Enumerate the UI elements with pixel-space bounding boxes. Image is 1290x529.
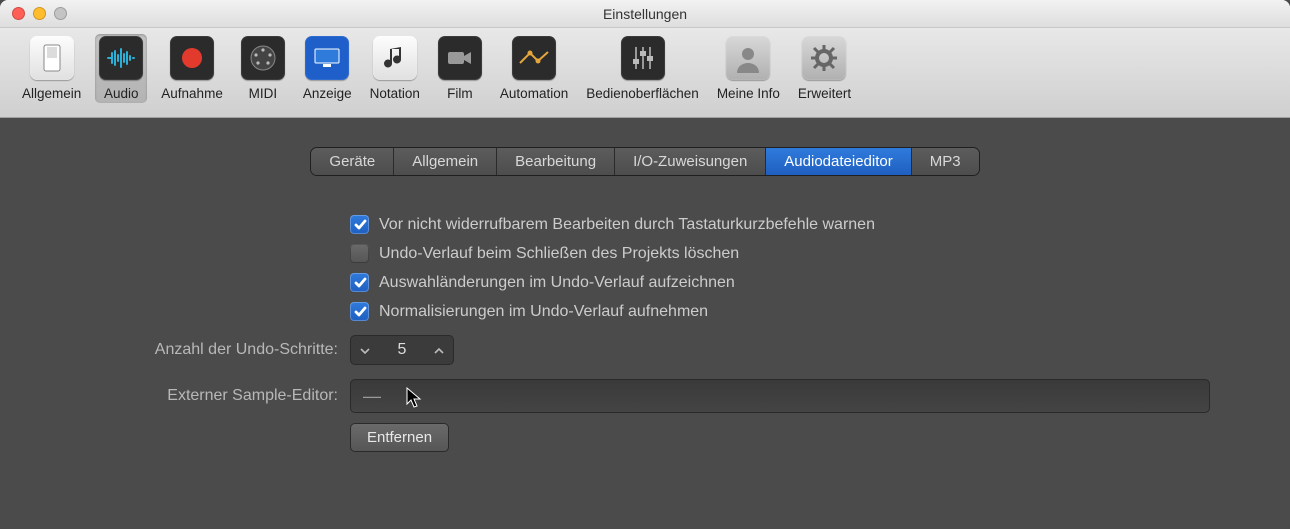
external-editor-label: Externer Sample-Editor: <box>30 387 350 405</box>
close-window-icon[interactable] <box>12 7 25 20</box>
tab-mp3[interactable]: MP3 <box>912 148 979 175</box>
sliders-icon <box>621 36 665 80</box>
toolbar-item-label: Bedienoberflächen <box>586 86 699 101</box>
tab-editing[interactable]: Bearbeitung <box>497 148 615 175</box>
sub-tabs: Geräte Allgemein Bearbeitung I/O-Zuweisu… <box>30 148 1260 175</box>
switch-icon <box>30 36 74 80</box>
toolbar-item-automation[interactable]: Automation <box>496 34 572 103</box>
toolbar-item-label: Notation <box>370 86 420 101</box>
automation-icon <box>512 36 556 80</box>
music-note-icon <box>373 36 417 80</box>
waveform-icon <box>99 36 143 80</box>
checkbox-clear-undo-on-close[interactable] <box>350 244 369 263</box>
toolbar-item-label: Erweitert <box>798 86 851 101</box>
titlebar: Einstellungen <box>0 0 1290 28</box>
checkbox-label[interactable]: Normalisierungen im Undo-Verlauf aufnehm… <box>379 303 708 321</box>
toolbar-item-label: Film <box>447 86 473 101</box>
toolbar-item-label: Automation <box>500 86 568 101</box>
preferences-window: Einstellungen Allgemein Audio Aufnahme <box>0 0 1290 529</box>
toolbar-item-label: Allgemein <box>22 86 81 101</box>
external-editor-value: — <box>363 386 381 407</box>
camera-icon <box>438 36 482 80</box>
toolbar-item-label: MIDI <box>249 86 278 101</box>
preferences-toolbar: Allgemein Audio Aufnahme MIDI Anzeige <box>0 28 1290 118</box>
minimize-window-icon[interactable] <box>33 7 46 20</box>
checkbox-label[interactable]: Undo-Verlauf beim Schließen des Projekts… <box>379 245 739 263</box>
toolbar-item-audio[interactable]: Audio <box>95 34 147 103</box>
toolbar-item-notation[interactable]: Notation <box>366 34 424 103</box>
toolbar-item-display[interactable]: Anzeige <box>299 34 356 103</box>
tab-general[interactable]: Allgemein <box>394 148 497 175</box>
display-icon <box>305 36 349 80</box>
check-icon <box>353 276 367 290</box>
toolbar-item-label: Anzeige <box>303 86 352 101</box>
toolbar-item-label: Aufnahme <box>161 86 223 101</box>
checkbox-record-normalizations[interactable] <box>350 302 369 321</box>
toolbar-item-control-surfaces[interactable]: Bedienoberflächen <box>582 34 703 103</box>
tab-audio-file-editor[interactable]: Audiodateieditor <box>766 148 911 175</box>
person-icon <box>726 36 770 80</box>
window-controls <box>12 7 67 20</box>
checkbox-label[interactable]: Vor nicht widerrufbarem Bearbeiten durch… <box>379 216 875 234</box>
toolbar-item-my-info[interactable]: Meine Info <box>713 34 784 103</box>
undo-steps-stepper[interactable]: 5 <box>350 335 454 365</box>
toolbar-item-general[interactable]: Allgemein <box>18 34 85 103</box>
undo-steps-value: 5 <box>379 341 425 359</box>
checkbox-record-selection-changes[interactable] <box>350 273 369 292</box>
checkbox-label[interactable]: Auswahländerungen im Undo-Verlauf aufzei… <box>379 274 735 292</box>
undo-steps-label: Anzahl der Undo-Schritte: <box>30 341 350 359</box>
stepper-decrement-icon[interactable] <box>351 343 379 357</box>
toolbar-item-label: Audio <box>104 86 139 101</box>
gear-icon <box>802 36 846 80</box>
tab-io-assignments[interactable]: I/O-Zuweisungen <box>615 148 766 175</box>
midi-icon <box>241 36 285 80</box>
toolbar-item-movie[interactable]: Film <box>434 34 486 103</box>
content-area: Geräte Allgemein Bearbeitung I/O-Zuweisu… <box>0 118 1290 452</box>
checkbox-warn-before-edit[interactable] <box>350 215 369 234</box>
window-title: Einstellungen <box>0 6 1290 22</box>
check-icon <box>353 305 367 319</box>
stepper-increment-icon[interactable] <box>425 343 453 357</box>
toolbar-item-advanced[interactable]: Erweitert <box>794 34 855 103</box>
remove-button[interactable]: Entfernen <box>350 423 449 452</box>
toolbar-item-midi[interactable]: MIDI <box>237 34 289 103</box>
settings-form: Vor nicht widerrufbarem Bearbeiten durch… <box>30 215 1210 452</box>
toolbar-item-recording[interactable]: Aufnahme <box>157 34 227 103</box>
toolbar-item-label: Meine Info <box>717 86 780 101</box>
zoom-window-icon[interactable] <box>54 7 67 20</box>
tab-devices[interactable]: Geräte <box>311 148 394 175</box>
check-icon <box>353 218 367 232</box>
record-icon <box>170 36 214 80</box>
external-editor-field[interactable]: — <box>350 379 1210 413</box>
